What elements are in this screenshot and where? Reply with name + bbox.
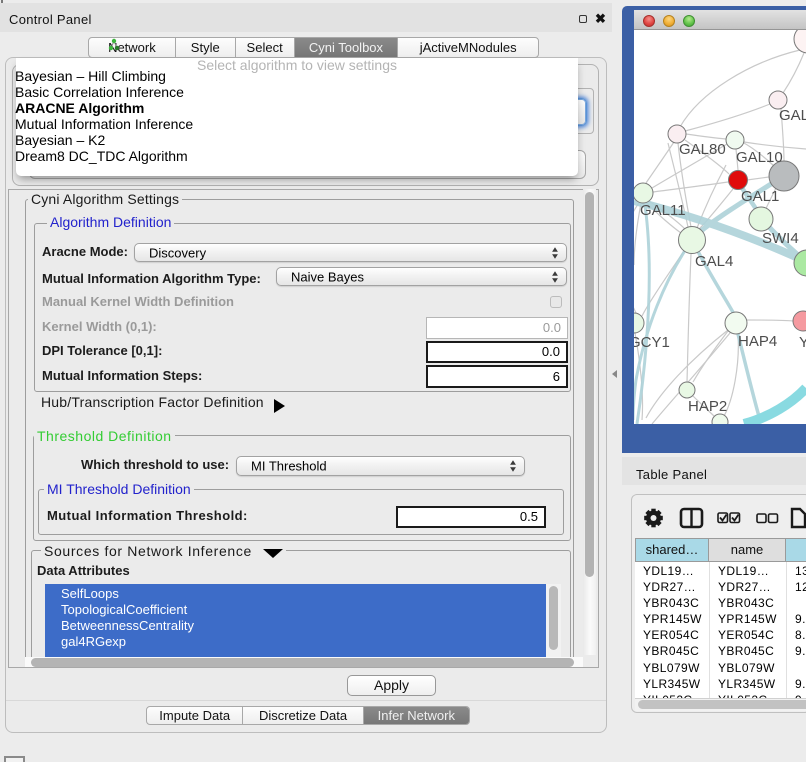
svg-text:GAL10: GAL10	[736, 149, 783, 166]
svg-text:GAL1: GAL1	[741, 188, 779, 205]
svg-text:SWI4: SWI4	[762, 230, 799, 247]
svg-text:GAL80: GAL80	[679, 141, 726, 158]
svg-text:GCY1: GCY1	[634, 334, 670, 351]
svg-text:Y: Y	[799, 334, 806, 351]
svg-text:GAL11: GAL11	[640, 202, 686, 219]
svg-text:HAP4: HAP4	[738, 333, 777, 350]
svg-text:HAP2: HAP2	[688, 398, 727, 415]
svg-text:GAL4: GAL4	[695, 253, 733, 270]
svg-text:GAL2: GAL2	[779, 107, 806, 124]
